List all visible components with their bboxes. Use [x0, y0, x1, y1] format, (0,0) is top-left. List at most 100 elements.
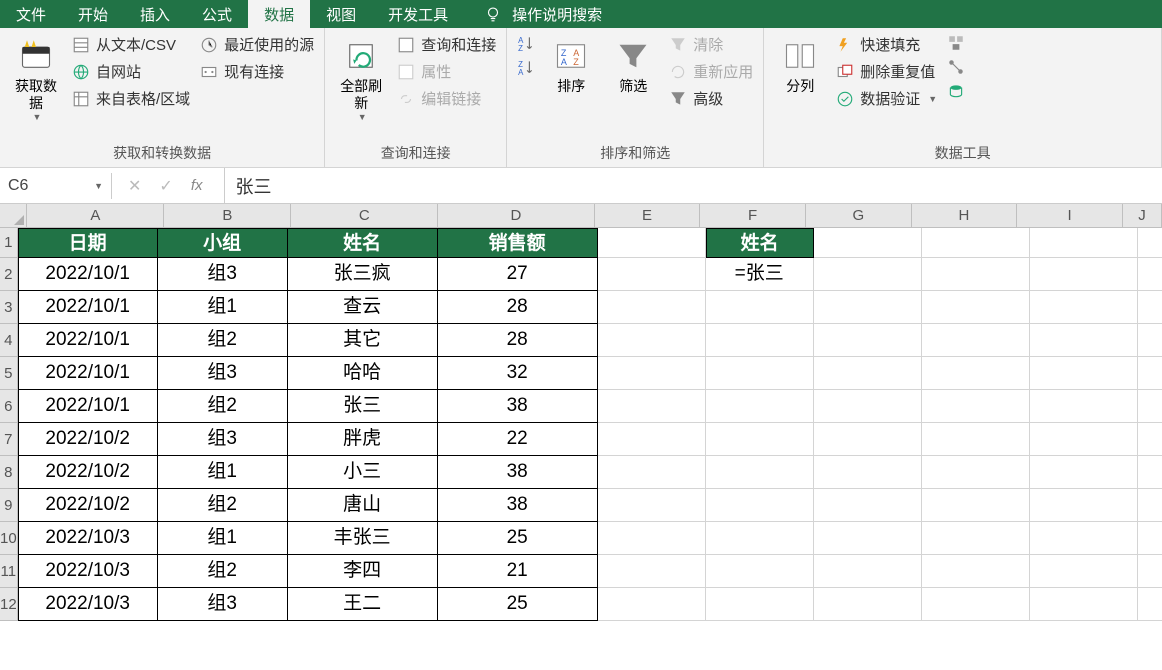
col-header-F[interactable]: F [700, 204, 806, 227]
from-text-csv-button[interactable]: 从文本/CSV [72, 34, 190, 55]
cell[interactable]: 38 [438, 456, 598, 489]
row-header-5[interactable]: 5 [0, 357, 18, 390]
cell[interactable] [814, 390, 922, 423]
cell[interactable]: 哈哈 [288, 357, 438, 390]
cell[interactable]: 2022/10/3 [18, 522, 158, 555]
cell[interactable] [1138, 489, 1162, 522]
cell[interactable] [1138, 555, 1162, 588]
row-header-12[interactable]: 12 [0, 588, 18, 621]
cell[interactable] [922, 291, 1030, 324]
col-header-B[interactable]: B [164, 204, 291, 227]
cell[interactable] [922, 258, 1030, 291]
cell[interactable] [1138, 423, 1162, 456]
cell[interactable] [814, 324, 922, 357]
cancel-formula-icon[interactable]: ✕ [128, 176, 141, 196]
cell[interactable] [1030, 555, 1138, 588]
cell[interactable]: 2022/10/2 [18, 423, 158, 456]
cell[interactable]: 32 [438, 357, 598, 390]
cell[interactable] [706, 456, 814, 489]
cell[interactable] [706, 390, 814, 423]
remove-duplicates-button[interactable]: 删除重复值 [836, 61, 937, 82]
cell[interactable] [1030, 489, 1138, 522]
cell[interactable] [814, 423, 922, 456]
row-header-2[interactable]: 2 [0, 258, 18, 291]
cell[interactable]: 组3 [158, 423, 288, 456]
cell[interactable] [1030, 357, 1138, 390]
consolidate-button[interactable] [947, 34, 965, 52]
sort-desc-button[interactable]: ZA [517, 58, 535, 76]
row-header-1[interactable]: 1 [0, 228, 18, 258]
cell[interactable] [1138, 456, 1162, 489]
cell[interactable] [706, 555, 814, 588]
cell[interactable] [922, 522, 1030, 555]
cell[interactable]: 组1 [158, 291, 288, 324]
cell[interactable]: 组3 [158, 588, 288, 621]
row-header-3[interactable]: 3 [0, 291, 18, 324]
cell[interactable]: 小组 [158, 228, 288, 258]
sort-button[interactable]: ZAAZ 排序 [545, 34, 597, 99]
row-header-8[interactable]: 8 [0, 456, 18, 489]
cell[interactable] [922, 489, 1030, 522]
cell[interactable] [598, 357, 706, 390]
cell[interactable]: 组2 [158, 555, 288, 588]
cell[interactable] [1030, 588, 1138, 621]
menu-view[interactable]: 视图 [310, 0, 372, 28]
cell[interactable]: 王二 [288, 588, 438, 621]
cell[interactable] [598, 291, 706, 324]
cell[interactable] [706, 423, 814, 456]
cell[interactable]: 2022/10/2 [18, 489, 158, 522]
cell[interactable]: 姓名 [288, 228, 438, 258]
flash-fill-button[interactable]: 快速填充 [836, 34, 937, 55]
row-header-6[interactable]: 6 [0, 390, 18, 423]
cell[interactable]: 2022/10/3 [18, 588, 158, 621]
cell[interactable] [1138, 390, 1162, 423]
cell[interactable]: 27 [438, 258, 598, 291]
get-data-button[interactable]: 获取数据 ▼ [10, 34, 62, 126]
row-header-10[interactable]: 10 [0, 522, 18, 555]
cell[interactable] [814, 357, 922, 390]
cell[interactable] [598, 555, 706, 588]
cell[interactable]: 2022/10/1 [18, 258, 158, 291]
cell[interactable]: 21 [438, 555, 598, 588]
col-header-H[interactable]: H [912, 204, 1018, 227]
cell[interactable]: 组3 [158, 357, 288, 390]
cell[interactable]: 查云 [288, 291, 438, 324]
cell[interactable]: 丰张三 [288, 522, 438, 555]
col-header-A[interactable]: A [27, 204, 164, 227]
cell[interactable]: 组3 [158, 258, 288, 291]
cell[interactable]: 组2 [158, 390, 288, 423]
cell[interactable] [922, 588, 1030, 621]
tell-me[interactable]: 操作说明搜索 [484, 0, 602, 28]
cell[interactable] [922, 228, 1030, 258]
col-header-G[interactable]: G [806, 204, 912, 227]
sort-asc-button[interactable]: AZ [517, 34, 535, 52]
menu-file[interactable]: 文件 [0, 0, 62, 28]
cell[interactable]: 38 [438, 489, 598, 522]
cell[interactable] [1030, 291, 1138, 324]
cell[interactable] [814, 489, 922, 522]
cell[interactable] [598, 423, 706, 456]
menu-data[interactable]: 数据 [248, 0, 310, 28]
cell[interactable] [1030, 522, 1138, 555]
cell[interactable] [598, 522, 706, 555]
cell[interactable] [814, 588, 922, 621]
cell[interactable] [1030, 423, 1138, 456]
cell[interactable] [1030, 258, 1138, 291]
cell[interactable] [706, 357, 814, 390]
cell[interactable] [1138, 324, 1162, 357]
cell[interactable]: 组1 [158, 456, 288, 489]
cell[interactable]: 25 [438, 588, 598, 621]
fx-icon[interactable]: fx [191, 177, 203, 194]
cell[interactable]: 28 [438, 324, 598, 357]
col-header-I[interactable]: I [1017, 204, 1123, 227]
col-header-E[interactable]: E [595, 204, 701, 227]
from-table-button[interactable]: 来自表格/区域 [72, 88, 190, 109]
cell[interactable] [922, 456, 1030, 489]
cell[interactable] [814, 555, 922, 588]
relationships-button[interactable] [947, 58, 965, 76]
cell[interactable] [598, 390, 706, 423]
from-web-button[interactable]: 自网站 [72, 61, 190, 82]
cell[interactable] [1030, 324, 1138, 357]
cell[interactable] [1138, 522, 1162, 555]
cell[interactable]: 25 [438, 522, 598, 555]
